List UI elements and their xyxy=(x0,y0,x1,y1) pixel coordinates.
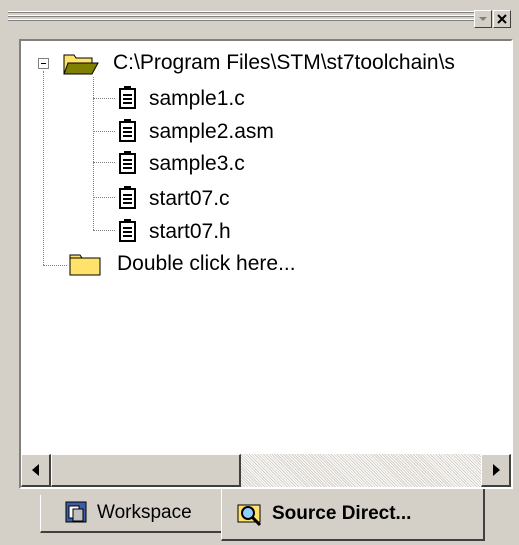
tree-file-label[interactable]: sample1.c xyxy=(149,87,245,111)
document-icon xyxy=(119,219,136,242)
document-icon xyxy=(119,119,136,142)
tab-source-directory[interactable]: Source Direct... xyxy=(221,489,485,541)
document-icon xyxy=(119,186,136,209)
tab-label: Workspace xyxy=(97,502,192,523)
document-icon xyxy=(119,151,136,174)
tree-file-label[interactable]: sample3.c xyxy=(149,152,245,176)
scroll-right-button[interactable] xyxy=(481,454,511,487)
collapse-toggle[interactable] xyxy=(38,58,49,69)
tab-label: Source Direct... xyxy=(272,503,412,524)
workspace-icon xyxy=(65,501,87,523)
folder-closed-icon xyxy=(69,254,101,276)
arrow-left-icon xyxy=(32,464,39,476)
scroll-left-button[interactable] xyxy=(21,454,51,487)
close-icon xyxy=(497,14,507,24)
tree-file-label[interactable]: sample2.asm xyxy=(149,120,274,144)
panel-title-grip[interactable] xyxy=(8,8,475,26)
folder-open-icon xyxy=(63,54,99,75)
source-browse-icon xyxy=(237,504,262,527)
scroll-thumb[interactable] xyxy=(51,454,241,487)
document-icon xyxy=(119,86,136,109)
arrow-right-icon xyxy=(493,464,500,476)
tree-file-label[interactable]: start07.c xyxy=(149,187,230,211)
horizontal-scrollbar[interactable] xyxy=(21,454,511,487)
tree-root-folder-label[interactable]: C:\Program Files\STM\st7toolchain\s xyxy=(113,51,455,75)
tree-file-label[interactable]: start07.h xyxy=(149,220,231,244)
dropdown-button[interactable] xyxy=(474,10,492,28)
tab-workspace[interactable]: Workspace xyxy=(40,495,221,533)
source-directory-tree[interactable]: C:\Program Files\STM\st7toolchain\s samp… xyxy=(19,39,513,489)
close-button[interactable] xyxy=(493,10,511,28)
chevron-down-icon xyxy=(479,17,487,21)
add-folder-label[interactable]: Double click here... xyxy=(117,252,296,276)
